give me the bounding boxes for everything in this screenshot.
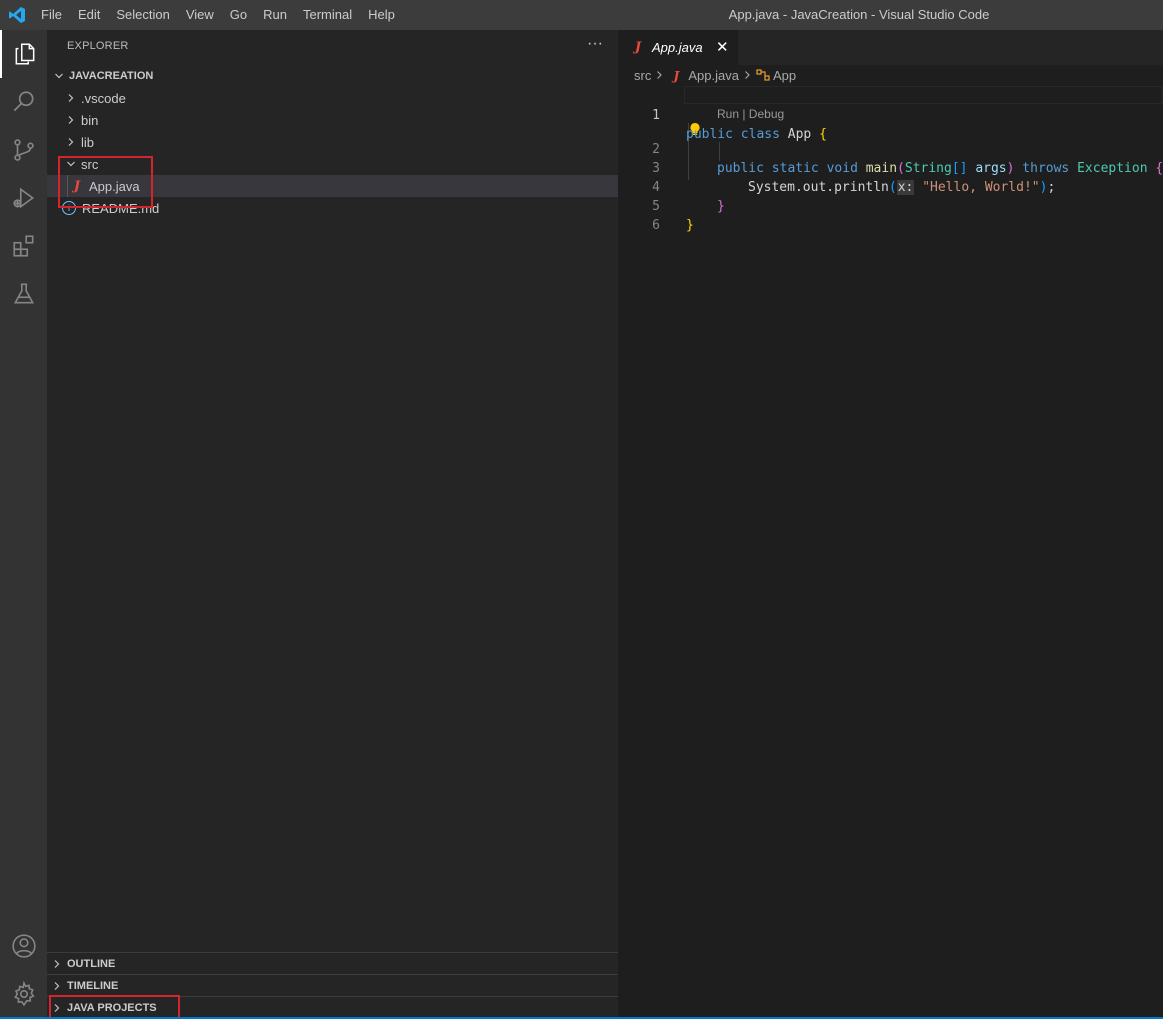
search-icon[interactable] [0,78,47,126]
code-line-3: 3 System.out.println(x: "Hello, World!")… [618,140,1163,195]
timeline-section-header[interactable]: TIMELINE [47,974,618,997]
chevron-right-icon [61,115,81,125]
editor-area: J App.java ✕ src J App.java App Run | De… [618,30,1163,1019]
java-file-icon: J [673,68,680,83]
java-file-icon: J [634,40,642,55]
account-icon[interactable] [0,922,47,970]
code-line-1: 1 public class App { [618,87,1163,142]
code-line-5: 5 } [618,178,1163,233]
code-line-2: 2 public static void main(String[] args)… [618,121,1163,176]
section-label: TIMELINE [67,980,119,992]
chevron-right-icon [61,93,81,103]
tree-item-label: lib [81,134,95,150]
breadcrumb-file[interactable]: App.java [688,68,739,83]
line-number: 6 [652,218,660,233]
tab-app-java[interactable]: J App.java ✕ [618,30,738,65]
source-control-icon[interactable] [0,126,47,174]
codelens-run-debug[interactable]: Run | Debug [717,107,784,121]
chevron-down-icon [49,71,69,81]
brace: } [686,218,694,233]
manage-gear-icon[interactable] [0,970,47,1018]
tree-item-vscode[interactable]: .vscode [47,87,618,109]
activity-bar [0,30,47,1019]
explorer-icon[interactable] [0,30,47,78]
class-symbol-icon [756,69,770,81]
chevron-right-icon [61,137,81,147]
title-bar: File Edit Selection View Go Run Terminal… [0,0,1163,30]
extensions-icon[interactable] [0,222,47,270]
chevron-right-icon [743,68,752,83]
explorer-title: EXPLORER [67,40,129,52]
tab-label: App.java [652,40,703,55]
section-label: OUTLINE [67,958,116,970]
tab-bar: J App.java ✕ [618,30,1163,65]
breadcrumb: src J App.java App [634,68,796,83]
code-line-6: 6 [618,197,1163,233]
tree-item-lib[interactable]: lib [47,131,618,153]
project-name: JAVACREATION [69,70,154,82]
outline-section-header[interactable]: OUTLINE [47,952,618,975]
testing-icon[interactable] [0,270,47,318]
highlight-box-src [58,156,153,208]
breadcrumb-symbol[interactable]: App [773,68,796,83]
window-title: App.java - JavaCreation - Visual Studio … [728,7,990,22]
chevron-right-icon [47,981,67,991]
breadcrumb-folder[interactable]: src [634,68,651,83]
close-icon[interactable]: ✕ [716,38,729,56]
chevron-right-icon [655,68,664,83]
tree-item-label: bin [81,112,99,128]
project-section-header[interactable]: JAVACREATION [47,65,618,87]
run-debug-icon[interactable] [0,174,47,222]
highlight-box-java-projects [49,995,180,1019]
chevron-right-icon [47,959,67,969]
more-actions-icon[interactable]: ··· [587,35,603,53]
tree-item-bin[interactable]: bin [47,109,618,131]
tree-item-label: .vscode [81,90,126,106]
explorer-sidebar: EXPLORER ··· JAVACREATION .vscode bin li… [47,30,618,1019]
code-line-4: 4 } [618,159,1163,214]
